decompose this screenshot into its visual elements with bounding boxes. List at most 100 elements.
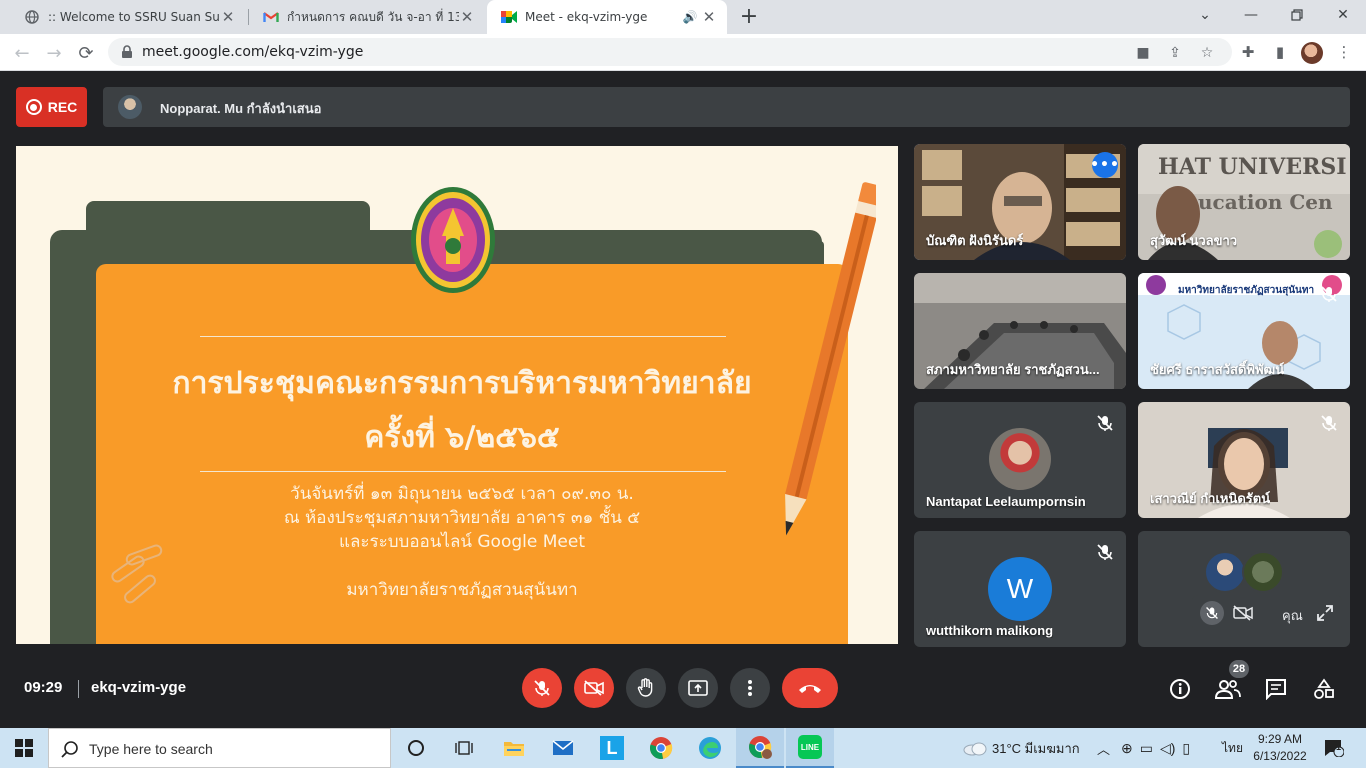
tab-search-chevron-icon[interactable]: ⌄ (1182, 0, 1228, 30)
tab-title: Meet - ekq-vzim-yge (525, 10, 648, 24)
hang-up-icon (799, 685, 821, 693)
participant-name: บัณฑิต ฝังนิรันดร์ (926, 233, 1024, 248)
participant-tile[interactable]: มหาวิทยาลัยราชภัฏสวนสุนันทา ชัยศรี ธาราส… (1138, 273, 1350, 389)
slide-title-line2: ครั้งที่ ๖/๒๕๖๕ (364, 420, 560, 455)
self-label: คุณ (1282, 609, 1303, 624)
taskbar-search[interactable]: Type here to search (48, 728, 391, 768)
globe-icon (24, 9, 40, 25)
chrome-icon (650, 737, 673, 759)
participant-name: Nantapat Leelaumpornsin (926, 494, 1086, 509)
tab-gmail[interactable]: กำหนดการ คณบดี วัน จ-อา ที่ 13-19 มิ.ย. … (249, 0, 485, 34)
weather-text: 31°C มีเมฆมาก (992, 740, 1080, 756)
tab-title: กำหนดการ คณบดี วัน จ-อา ที่ 13-19 มิ.ย. (287, 9, 459, 24)
divider (200, 471, 726, 472)
taskbar-chrome[interactable] (637, 728, 685, 768)
edge-icon (699, 737, 721, 759)
restore-button[interactable] (1274, 0, 1320, 30)
camera-toggle-button[interactable] (574, 668, 614, 708)
participant-tile[interactable]: สภามหาวิทยาลัย ราชภัฏสวน... (914, 273, 1126, 389)
more-options-button[interactable] (730, 668, 770, 708)
reload-button[interactable]: ⟳ (72, 39, 100, 67)
lock-icon (122, 45, 132, 58)
tab-ssru-welcome[interactable]: :: Welcome to SSRU Suan Sunandha ✕ (10, 0, 246, 34)
leave-call-button[interactable] (782, 668, 838, 708)
people-button[interactable] (1215, 676, 1241, 702)
notification-center-button[interactable]: 1 (1324, 728, 1344, 768)
participant-tile[interactable]: ••• บัณฑิต ฝังนิรันดร์ (914, 144, 1126, 260)
profile-avatar[interactable] (1301, 42, 1323, 64)
more-options-icon[interactable]: ••• (1090, 152, 1119, 178)
battery-icon: ▯ (1182, 739, 1191, 756)
tab-audio-icon[interactable]: 🔊 (679, 10, 701, 24)
new-tab-button[interactable]: + (737, 4, 761, 30)
self-view-tile[interactable]: คุณ (1138, 531, 1350, 647)
volume-icon: ◁) (1159, 739, 1176, 756)
input-language[interactable]: ไทย (1222, 728, 1243, 768)
clock-area[interactable]: 9:29 AM 6/13/2022 (1250, 731, 1310, 765)
participant-name: เสาวณีย์ กำเหนิดรัตน์ (1150, 491, 1271, 506)
mic-off-icon (1097, 415, 1113, 431)
participant-initial-avatar: W (988, 557, 1052, 621)
address-bar[interactable]: meet.google.com/ekq-vzim-yge ■ ⇪ ☆ (108, 38, 1232, 66)
weather-widget[interactable]: 31°C มีเมฆมาก (962, 728, 1080, 768)
participant-tile[interactable]: เสาวณีย์ กำเหนิดรัตน์ (1138, 402, 1350, 518)
back-button[interactable]: ← (8, 39, 36, 67)
chevron-up-icon: ︿ (1097, 741, 1111, 757)
participant-name: สภามหาวิทยาลัย ราชภัฏสวน... (926, 362, 1100, 377)
close-tab-icon[interactable]: ✕ (701, 8, 717, 26)
taskbar-line[interactable]: LINE (786, 728, 834, 768)
participant-tile[interactable]: Nantapat Leelaumpornsin (914, 402, 1126, 518)
taskbar-mail[interactable] (539, 728, 587, 768)
taskbar-app-l[interactable]: L (588, 728, 636, 768)
extensions-icon[interactable]: ✚ (1238, 42, 1258, 62)
slide-title-line1: การประชุมคณะกรรมการบริหารมหาวิทยาลัย (172, 366, 752, 401)
close-window-button[interactable]: ✕ (1320, 0, 1366, 30)
participant-name: สุวัฒน์ นวลขาว (1150, 233, 1238, 248)
chat-button[interactable] (1263, 676, 1289, 702)
slide-venue-line: ณ ห้องประชุมสภามหาวิทยาลัย อาคาร ๓๑ ชั้น… (283, 508, 641, 528)
tray-icons[interactable]: ⊕ ▭ ◁) ▯ (1121, 728, 1197, 768)
cortana-button[interactable] (392, 728, 440, 768)
share-icon[interactable]: ⇪ (1166, 44, 1184, 62)
camera-off-icon (584, 680, 604, 696)
minimize-button[interactable]: — (1228, 0, 1274, 30)
camera-off-icon[interactable] (1232, 603, 1254, 623)
show-hidden-icons-button[interactable]: ︿ (1097, 728, 1110, 768)
taskbar-chrome-active[interactable] (736, 728, 784, 768)
task-view-button[interactable] (440, 728, 488, 768)
meeting-details-button[interactable] (1167, 676, 1193, 702)
info-icon (1170, 679, 1190, 699)
close-tab-icon[interactable]: ✕ (220, 8, 236, 26)
raise-hand-button[interactable] (626, 668, 666, 708)
browser-tab-strip: :: Welcome to SSRU Suan Sunandha ✕ กำหนด… (0, 0, 1366, 34)
folder-icon (504, 742, 524, 756)
participant-tile[interactable]: HAT UNIVERSI ucation Cen สุวัฒน์ นวลขาว (1138, 144, 1350, 260)
side-panel-icon[interactable]: ▮ (1270, 42, 1290, 62)
rec-label: REC (47, 99, 78, 115)
tab-meet[interactable]: Meet - ekq-vzim-yge 🔊 ✕ (487, 0, 727, 34)
participant-tile[interactable]: W wutthikorn malikong (914, 531, 1126, 647)
chrome-menu-icon[interactable]: ⋮ (1334, 42, 1354, 62)
microphone-toggle-button[interactable] (522, 668, 562, 708)
recording-indicator[interactable]: REC (16, 87, 87, 127)
mic-off-icon (1321, 415, 1337, 431)
windows-taskbar: Type here to search L LINE 31°C มีเมฆมาก… (0, 728, 1366, 768)
forward-button[interactable]: → (40, 39, 68, 67)
camera-in-use-icon[interactable]: ■ (1134, 44, 1152, 62)
start-button[interactable] (0, 728, 48, 768)
self-avatar (1242, 551, 1284, 593)
expand-icon[interactable] (1314, 603, 1336, 623)
activities-button[interactable] (1311, 676, 1337, 702)
presenter-text: Nopparat. Mu กำลังนำเสนอ (160, 101, 322, 116)
taskbar-edge[interactable] (686, 728, 734, 768)
meeting-code: ekq-vzim-yge (91, 679, 187, 696)
participant-name: ชัยศรี ธาราสวัสดิ์พิพัฒน์ (1150, 362, 1285, 377)
taskbar-file-explorer[interactable] (490, 728, 538, 768)
bookmark-star-icon[interactable]: ☆ (1198, 44, 1216, 62)
participant-count-badge: 28 (1229, 660, 1249, 678)
present-now-button[interactable] (678, 668, 718, 708)
close-tab-icon[interactable]: ✕ (459, 8, 475, 26)
l-app-icon: L (600, 736, 624, 760)
mic-off-icon[interactable] (1200, 601, 1224, 625)
meet-icon (501, 9, 517, 25)
